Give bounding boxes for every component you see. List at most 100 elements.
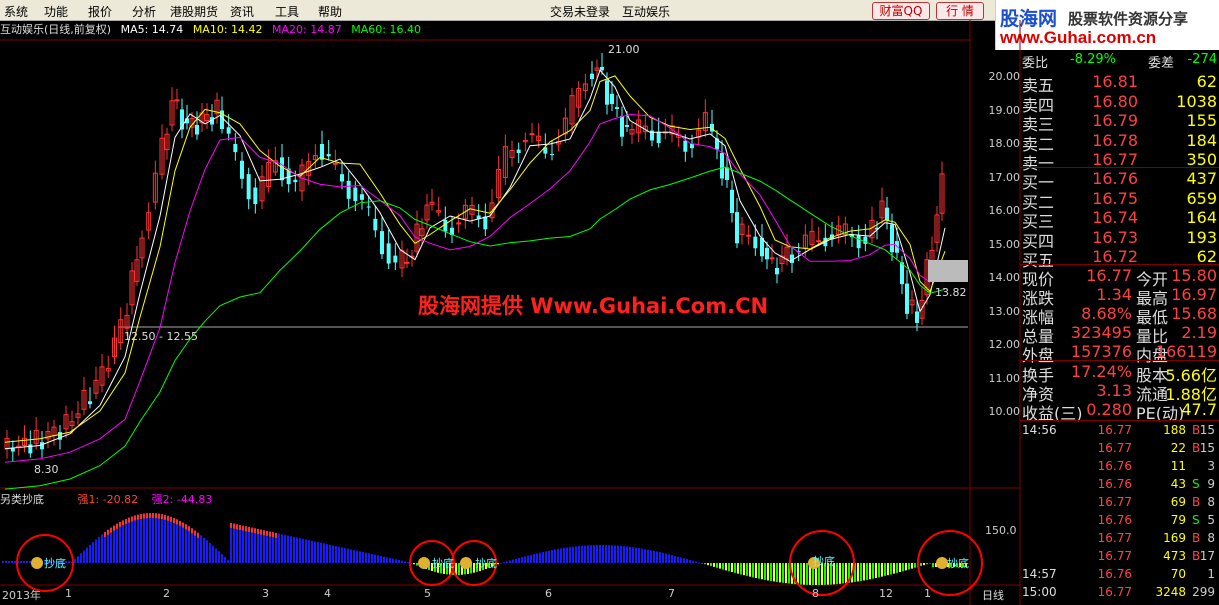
tick-volume: 3248 — [1155, 585, 1186, 599]
level-price: 16.81 — [1092, 72, 1138, 91]
indicator-bar — [683, 558, 685, 563]
tick-row: 16.77 169 B 8 — [1020, 531, 1219, 549]
indicator-bar — [113, 525, 115, 563]
indicator-bar — [92, 542, 94, 563]
indicator-bar — [626, 546, 628, 563]
tick-count: 1 — [1207, 567, 1215, 581]
candle — [174, 99, 180, 102]
indicator-bar — [806, 563, 808, 585]
order-book-row: 卖五 16.81 62 — [1020, 72, 1219, 95]
indicator-bar — [5, 561, 7, 563]
candle — [326, 154, 331, 157]
xaxis-month: 12 — [879, 587, 893, 600]
candle — [456, 222, 462, 225]
indicator-bar — [659, 552, 661, 563]
indicator-bar-top — [236, 524, 238, 530]
indicator-bar — [26, 561, 28, 563]
order-diff-label: 委差 — [1148, 56, 1175, 71]
indicator-bar-top — [176, 519, 178, 525]
ma60-line — [4, 166, 946, 490]
indicator-bar — [665, 553, 667, 563]
indicator-bar — [752, 563, 754, 578]
period-label[interactable]: 日线 — [982, 587, 1004, 603]
tick-count: 15 — [1199, 423, 1215, 437]
price-axis-label: 16.00 — [988, 204, 1021, 217]
indicator-bar — [569, 547, 571, 563]
candle — [483, 216, 488, 230]
indicator-bar — [566, 547, 568, 563]
indicator-bar-top — [272, 532, 274, 538]
tick-price: 16.76 — [1097, 477, 1132, 491]
buy-signal-label: 抄底 — [44, 557, 66, 570]
indicator-bar — [341, 547, 343, 563]
level-price: 16.74 — [1092, 208, 1138, 227]
indicator-bar — [176, 519, 178, 563]
candle — [516, 149, 521, 154]
indicator-bar — [704, 563, 706, 565]
order-book-row: 卖三 16.79 155 — [1020, 111, 1219, 134]
indicator-bar — [206, 540, 208, 563]
candle — [615, 107, 619, 109]
indicator-bar-top — [104, 532, 106, 538]
indicator-bar — [353, 550, 355, 563]
level-volume: 437 — [1186, 169, 1217, 188]
tick-volume: 169 — [1163, 531, 1186, 545]
ma20-line — [4, 113, 946, 463]
level-volume: 1038 — [1176, 91, 1217, 111]
candle — [890, 224, 894, 253]
stat-value: 2.19 — [1181, 323, 1217, 342]
indicator-bar — [638, 548, 640, 563]
tick-price: 16.77 — [1097, 441, 1132, 455]
price-axis-label: 18.00 — [988, 137, 1021, 150]
candle — [240, 160, 244, 179]
indicator-bar — [395, 559, 397, 563]
indicator-bar — [572, 546, 574, 563]
tick-volume: 22 — [1170, 441, 1186, 455]
tick-row: 16.76 79 S 5 — [1020, 513, 1219, 531]
indicator-bar — [836, 563, 838, 585]
indicator-bar — [554, 549, 556, 563]
indicator-bar-top — [134, 515, 136, 521]
indicator-bar — [560, 548, 562, 563]
tick-row: 15:00 16.77 3248 299 — [1020, 585, 1219, 603]
indicator-bar — [680, 557, 682, 563]
candle — [905, 283, 909, 314]
indicator-bar — [152, 513, 154, 563]
tick-side: B — [1192, 531, 1201, 545]
indicator-bar — [503, 562, 505, 564]
indicator-bar — [158, 513, 160, 563]
indicator-bar — [383, 556, 385, 563]
tick-volume: 11 — [1170, 459, 1186, 473]
candle — [346, 180, 351, 199]
level-volume: 184 — [1186, 130, 1217, 150]
candle — [360, 194, 364, 200]
indicator-bar — [722, 563, 724, 570]
order-ratio-label: 委比 — [1022, 56, 1049, 71]
stat-value: 0.280 — [1086, 400, 1132, 419]
indicator-bar — [731, 563, 733, 573]
indicator-bar-top — [140, 513, 142, 519]
xaxis-month: 7 — [668, 587, 675, 600]
indicator-bar-top — [164, 514, 166, 520]
price-axis-label: 11.00 — [988, 371, 1021, 385]
xaxis-month: 8 — [812, 587, 819, 600]
indicator-bar — [512, 559, 514, 563]
indicator-bar-top — [254, 528, 256, 534]
candle — [195, 125, 199, 135]
indicator-bar-top — [116, 523, 118, 529]
indicator-bar — [245, 526, 247, 563]
indicator-bar — [770, 563, 772, 581]
candle — [280, 157, 284, 181]
indicator-bar — [284, 534, 286, 563]
indicator-bar — [119, 521, 121, 563]
indicator-bar — [926, 563, 928, 565]
indicator-bar — [695, 561, 697, 563]
tick-volume: 69 — [1170, 495, 1186, 509]
indicator-bar — [236, 524, 238, 563]
indicator-bar — [737, 563, 739, 574]
indicator-bar — [803, 563, 805, 585]
indicator-bar — [11, 561, 13, 563]
indicator-bar — [365, 552, 367, 563]
indicator-bar — [371, 554, 373, 563]
indicator-s1: 强1: -20.82 — [77, 493, 139, 506]
